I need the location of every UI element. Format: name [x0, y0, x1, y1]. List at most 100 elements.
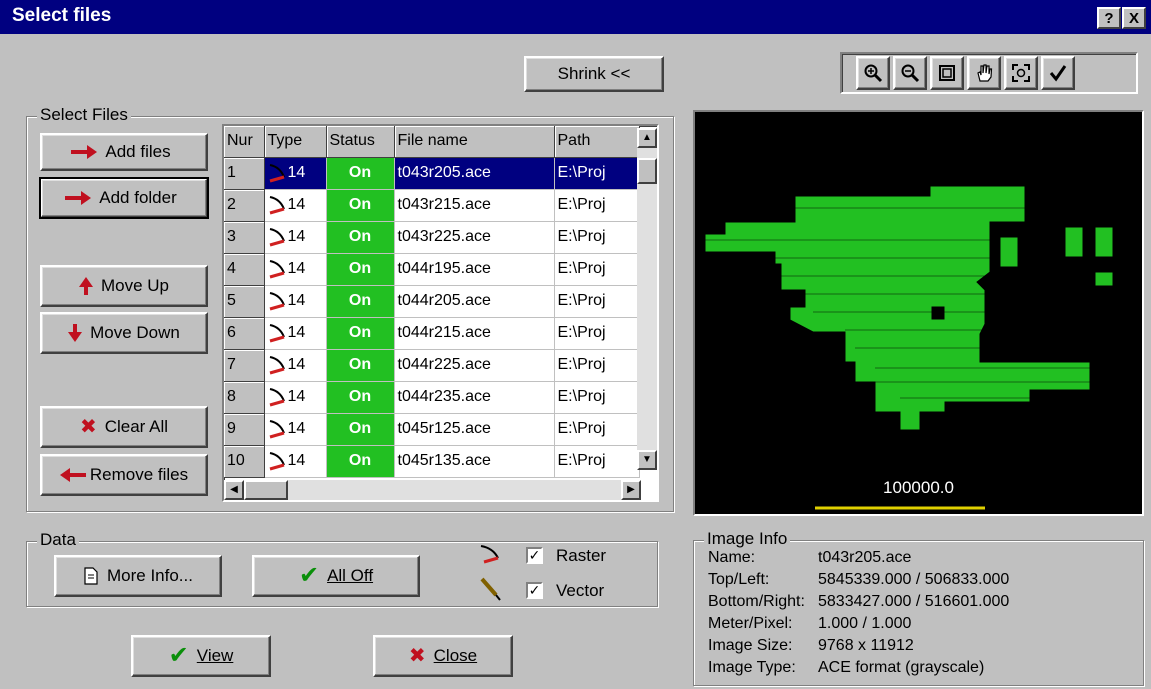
file-type-value: 14 [287, 260, 306, 278]
scroll-right-button[interactable]: ▶ [621, 480, 641, 500]
file-name-cell: t043r225.ace [394, 221, 555, 254]
file-type-value: 14 [287, 196, 306, 214]
zoom-extent-button[interactable] [1004, 56, 1038, 90]
file-type-value: 14 [287, 420, 306, 438]
row-number: 9 [224, 413, 265, 446]
file-name-cell: t043r205.ace [394, 157, 555, 190]
path-cell: E:\Proj [554, 221, 640, 254]
move-up-button[interactable]: Move Up [40, 265, 208, 307]
raster-checkbox[interactable]: ✓ [526, 547, 543, 564]
clear-all-label: Clear All [104, 417, 169, 436]
file-type-cell: 14 [264, 253, 327, 286]
column-header-file-name[interactable]: File name [394, 126, 555, 158]
status-cell[interactable]: On [326, 381, 395, 414]
view-button[interactable]: ✔ View [131, 635, 271, 677]
vector-pencil-icon [480, 577, 501, 601]
column-header-num[interactable]: Nur [224, 126, 265, 158]
file-type-value: 14 [287, 452, 306, 470]
add-files-label: Add files [105, 142, 171, 161]
all-off-button[interactable]: ✔ All Off [252, 555, 420, 597]
status-cell[interactable]: On [326, 413, 395, 446]
file-type-cell: 14 [264, 445, 327, 478]
image-preview[interactable]: 100000.0 [693, 110, 1144, 516]
status-cell[interactable]: On [326, 445, 395, 478]
close-button[interactable]: ✖ Close [373, 635, 513, 677]
status-cell[interactable]: On [326, 253, 395, 286]
file-type-cell: 14 [264, 157, 327, 190]
view-label: View [196, 646, 234, 665]
file-row[interactable]: 6 14 On t044r215.ace E:\Proj [224, 317, 640, 350]
row-number: 10 [224, 445, 265, 478]
file-row[interactable]: 5 14 On t044r205.ace E:\Proj [224, 285, 640, 318]
remove-files-button[interactable]: Remove files [40, 454, 208, 496]
file-type-value: 14 [287, 228, 306, 246]
image-info-row: Name: t043r205.ace [708, 549, 911, 567]
raster-label: Raster [556, 546, 607, 565]
file-type-cell: 14 [264, 413, 327, 446]
status-cell[interactable]: On [326, 221, 395, 254]
tile-block [1094, 271, 1114, 287]
file-name-cell: t044r215.ace [394, 317, 555, 350]
column-header-type[interactable]: Type [264, 126, 327, 158]
info-key: Image Type: [708, 659, 796, 676]
file-name-cell: t044r195.ace [394, 253, 555, 286]
status-cell[interactable]: On [326, 157, 395, 190]
arrow-right-icon [71, 145, 98, 159]
more-info-button[interactable]: More Info... [54, 555, 222, 597]
status-cell[interactable]: On [326, 317, 395, 350]
file-type-cell: 14 [264, 221, 327, 254]
arrow-right-icon [65, 191, 92, 205]
file-row[interactable]: 9 14 On t045r125.ace E:\Proj [224, 413, 640, 446]
move-down-button[interactable]: Move Down [40, 312, 208, 354]
status-cell[interactable]: On [326, 285, 395, 318]
info-value: 5845339.000 / 506833.000 [818, 571, 1010, 588]
raster-type-icon [269, 356, 285, 375]
zoom-in-icon [864, 64, 883, 83]
file-name-cell: t044r235.ace [394, 381, 555, 414]
zoom-in-button[interactable] [856, 56, 890, 90]
path-cell: E:\Proj [554, 317, 640, 350]
file-type-value: 14 [287, 164, 306, 182]
tile-block [1094, 226, 1114, 258]
add-files-button[interactable]: Add files [40, 133, 208, 171]
column-header-status[interactable]: Status [326, 126, 395, 158]
file-row[interactable]: 4 14 On t044r195.ace E:\Proj [224, 253, 640, 286]
info-key: Bottom/Right: [708, 593, 805, 610]
window-title: Select files [12, 5, 112, 26]
help-button[interactable]: ? [1097, 7, 1121, 29]
column-header-path[interactable]: Path [554, 126, 640, 158]
clear-all-button[interactable]: ✖ Clear All [40, 406, 208, 448]
path-cell: E:\Proj [554, 157, 640, 190]
fit-window-button[interactable] [930, 56, 964, 90]
file-row[interactable]: 3 14 On t043r225.ace E:\Proj [224, 221, 640, 254]
status-cell[interactable]: On [326, 349, 395, 382]
add-folder-button[interactable]: Add folder [39, 177, 209, 219]
zoom-out-button[interactable] [893, 56, 927, 90]
file-row[interactable]: 8 14 On t044r235.ace E:\Proj [224, 381, 640, 414]
vertical-scrollbar[interactable]: ▲ ▼ [637, 128, 657, 470]
close-x-icon: ✖ [408, 645, 426, 667]
scroll-up-button[interactable]: ▲ [637, 128, 657, 148]
file-row[interactable]: 7 14 On t044r225.ace E:\Proj [224, 349, 640, 382]
confirm-button[interactable] [1041, 56, 1075, 90]
scroll-left-button[interactable]: ◀ [224, 480, 244, 500]
close-window-button[interactable]: X [1122, 7, 1146, 29]
scroll-down-button[interactable]: ▼ [637, 450, 657, 470]
horizontal-scroll-thumb[interactable] [244, 480, 288, 500]
horizontal-scrollbar[interactable]: ◀ ▶ [224, 480, 641, 500]
file-type-cell: 14 [264, 285, 327, 318]
select-files-group-label: Select Files [37, 105, 131, 125]
file-type-cell: 14 [264, 381, 327, 414]
pan-button[interactable] [967, 56, 1001, 90]
status-cell[interactable]: On [326, 189, 395, 222]
info-value: 5833427.000 / 516601.000 [818, 593, 1010, 610]
shrink-button[interactable]: Shrink << [524, 56, 664, 92]
file-type-cell: 14 [264, 189, 327, 222]
vertical-scroll-thumb[interactable] [637, 158, 657, 184]
raster-type-icon [269, 228, 285, 247]
vector-checkbox[interactable]: ✓ [526, 582, 543, 599]
file-row[interactable]: 1 14 On t043r205.ace E:\Proj [224, 157, 640, 190]
file-row[interactable]: 10 14 On t045r135.ace E:\Proj [224, 445, 640, 478]
file-row[interactable]: 2 14 On t043r215.ace E:\Proj [224, 189, 640, 222]
file-list[interactable]: Nur Type Status File name Path 1 14 On t043… [222, 124, 659, 502]
